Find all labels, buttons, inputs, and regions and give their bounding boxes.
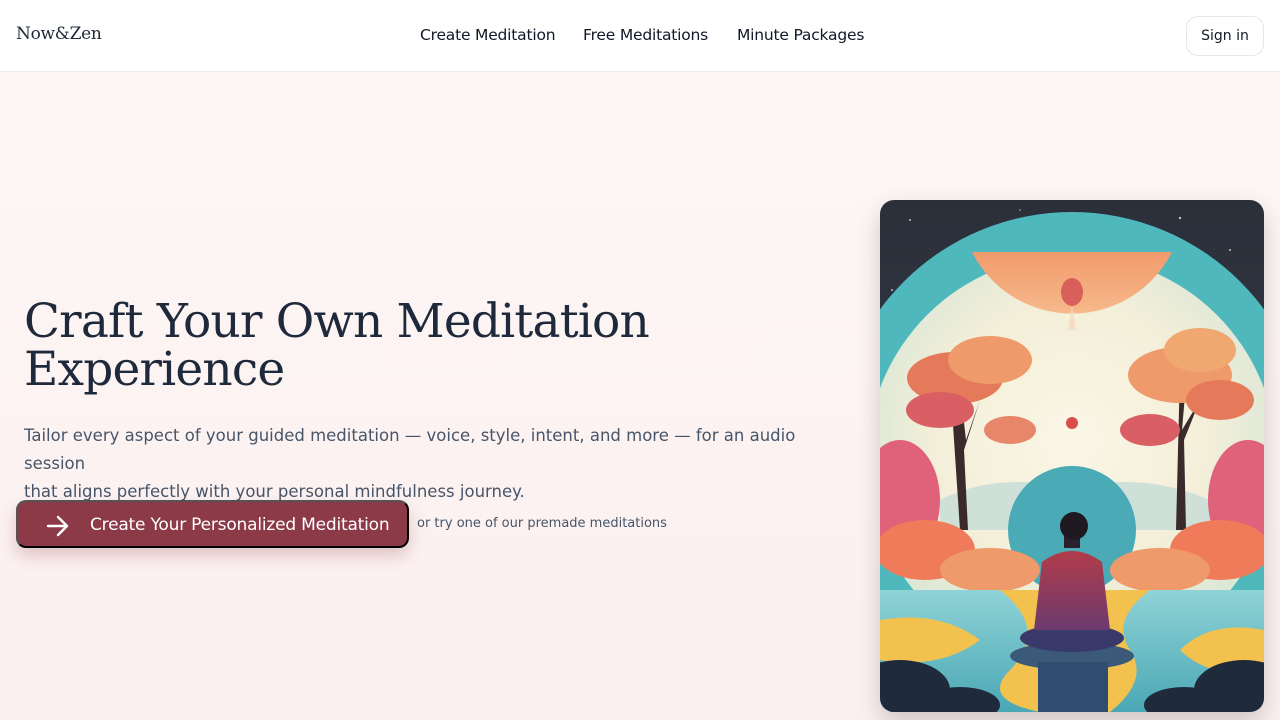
hero-subtext: Tailor every aspect of your guided medit… — [24, 422, 844, 506]
hero-subtext-line-2: that aligns perfectly with your personal… — [24, 482, 525, 501]
create-personalized-meditation-button[interactable]: Create Your Personalized Meditation — [16, 500, 409, 548]
hero-headline-line-1: Craft Your Own Meditation — [24, 294, 650, 349]
main-nav: Create Meditation Free Meditations Minut… — [0, 26, 1280, 48]
hero-headline: Craft Your Own Meditation Experience — [24, 298, 784, 394]
site-header: Now&Zen Create Meditation Free Meditatio… — [0, 0, 1280, 72]
cta-label: Create Your Personalized Meditation — [90, 515, 390, 535]
nav-create-meditation[interactable]: Create Meditation — [420, 26, 556, 44]
nav-minute-packages[interactable]: Minute Packages — [737, 26, 864, 44]
person-meditating-illustration — [880, 200, 1264, 712]
arrow-right-icon — [46, 515, 69, 537]
hero-subtext-line-1: Tailor every aspect of your guided medit… — [24, 426, 796, 473]
hero-headline-line-2: Experience — [24, 342, 285, 397]
sign-in-button[interactable]: Sign in — [1186, 16, 1264, 56]
premade-meditations-link[interactable]: or try one of our premade meditations — [417, 516, 667, 531]
nav-free-meditations[interactable]: Free Meditations — [583, 26, 708, 44]
